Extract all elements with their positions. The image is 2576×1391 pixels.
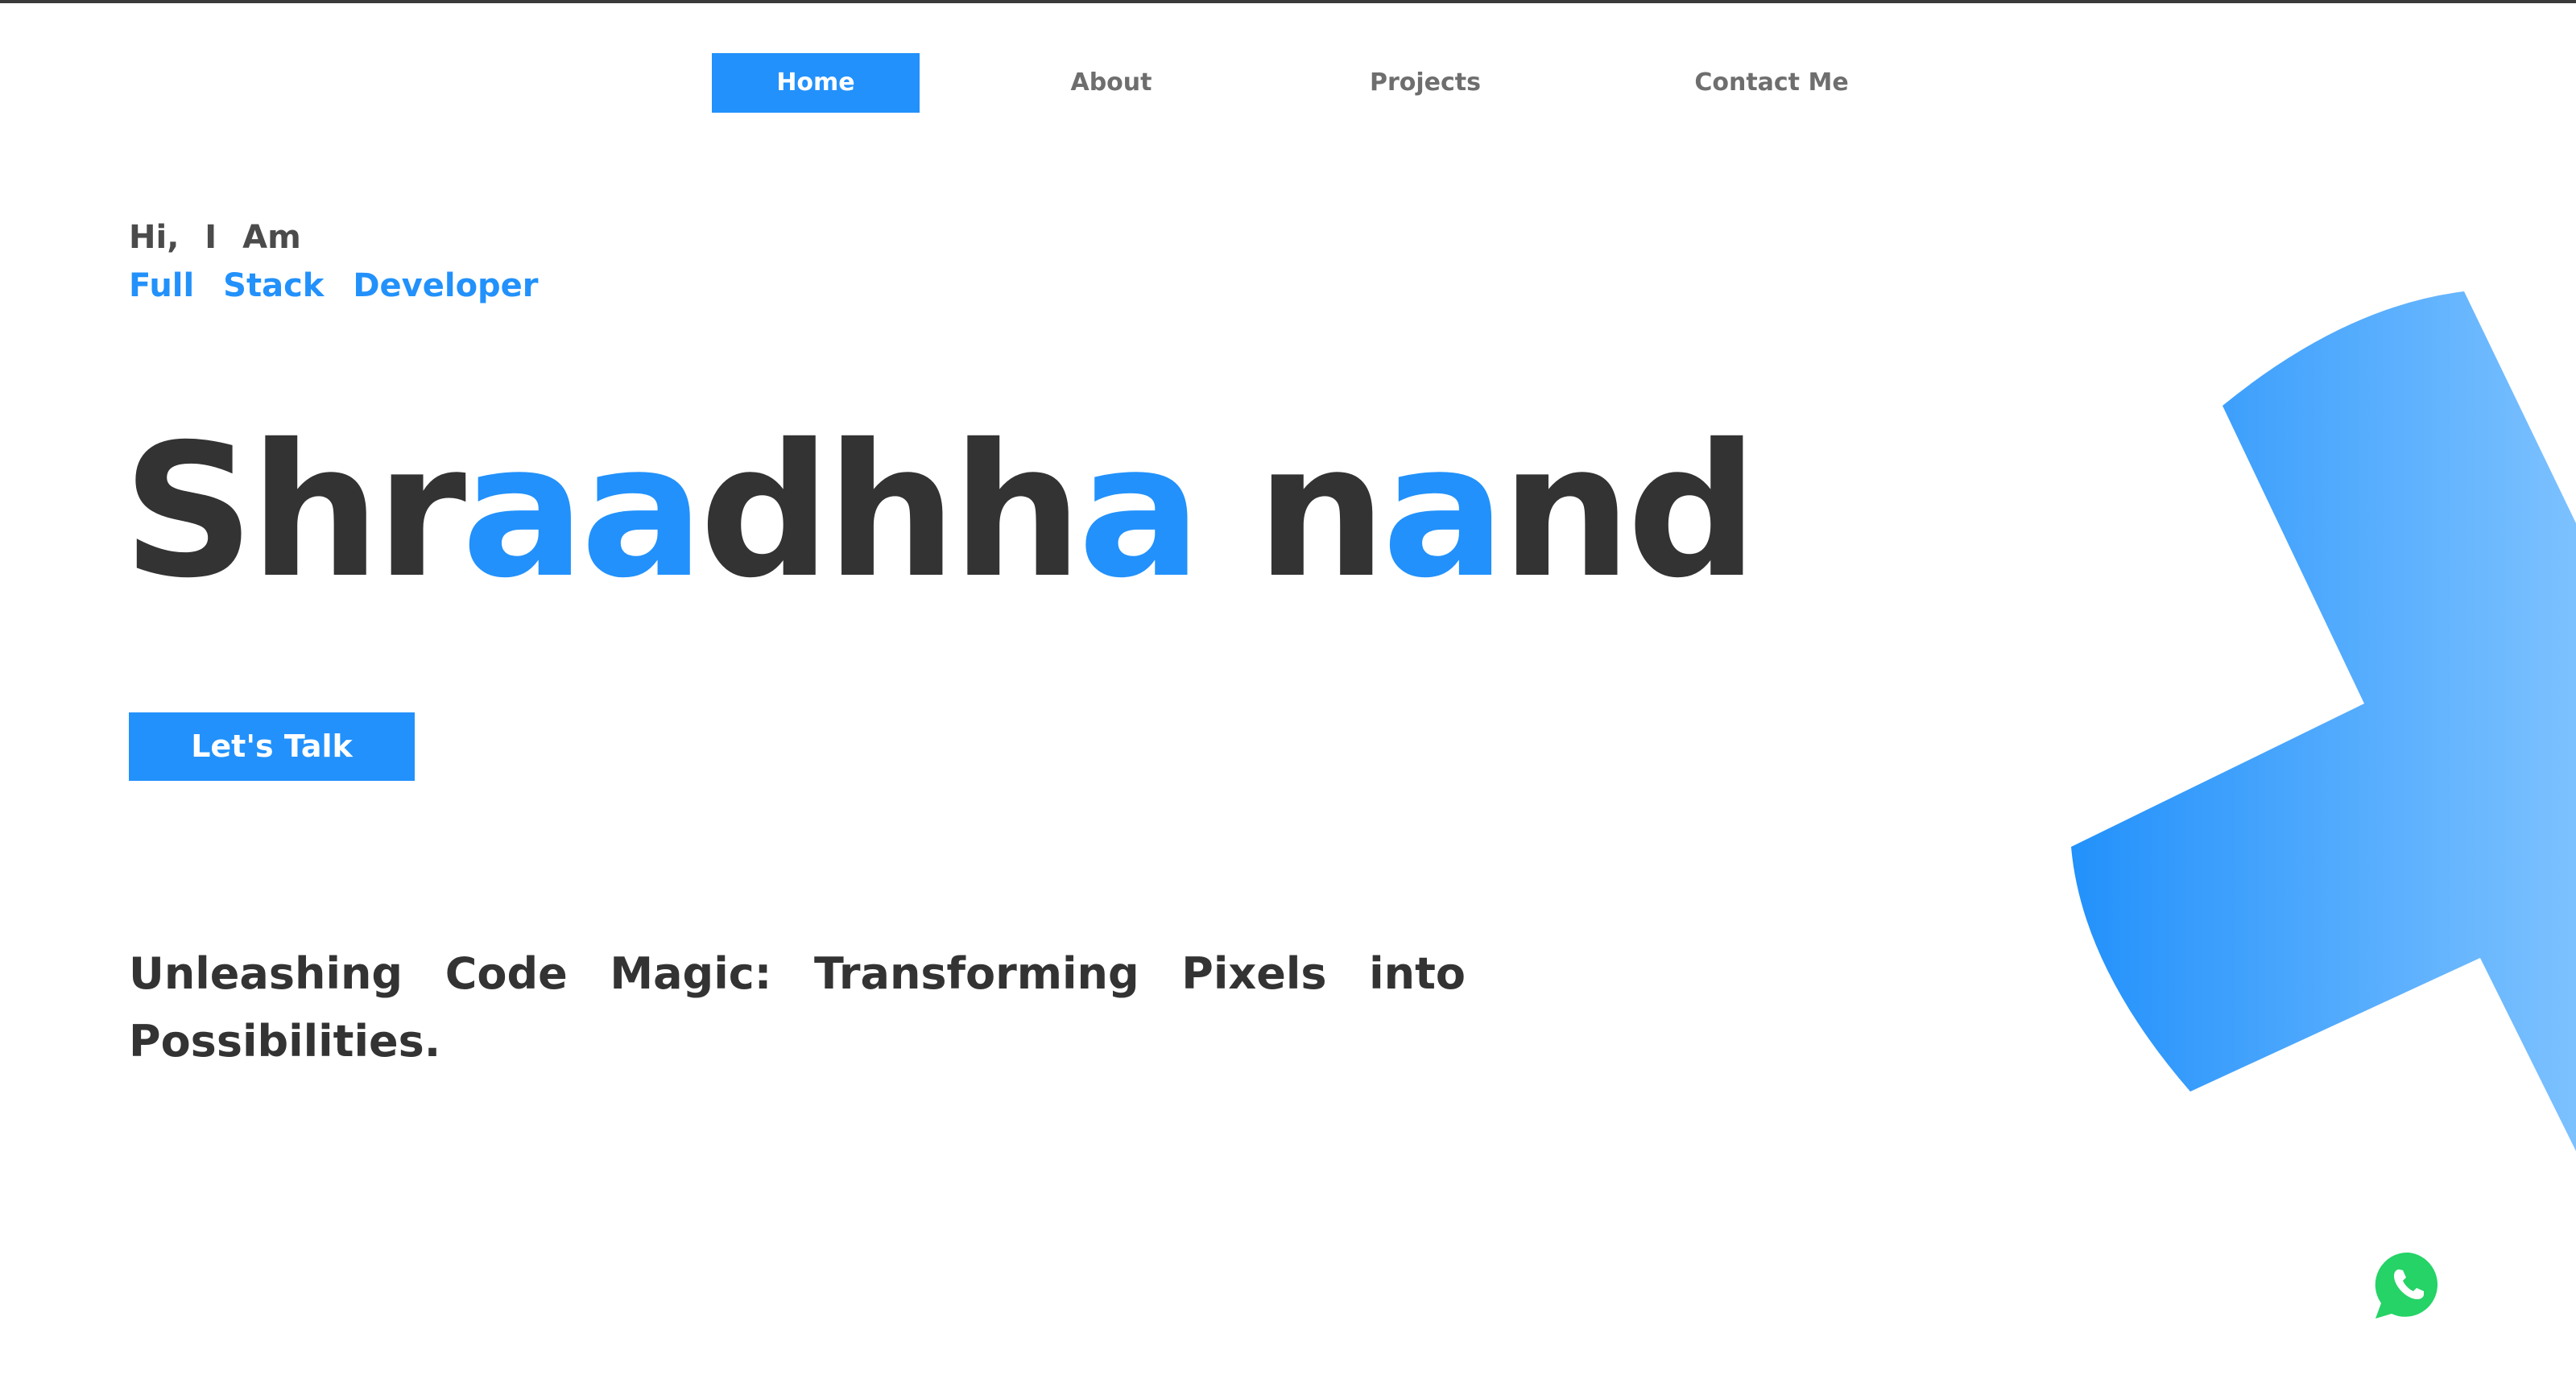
name-part: dhh — [699, 404, 1083, 618]
nav-home[interactable]: Home — [712, 53, 920, 113]
nav-about[interactable]: About — [1007, 53, 1216, 113]
whatsapp-icon[interactable] — [2372, 1249, 2445, 1322]
hero-tagline: Unleashing Code Magic: Transforming Pixe… — [129, 948, 1466, 1067]
hero-role: Full Stack Developer — [129, 267, 539, 304]
name-part: nd — [1500, 404, 1759, 618]
name-part: Shr — [122, 404, 466, 618]
name-part: n — [1255, 404, 1387, 618]
name-highlight: a — [1382, 404, 1506, 618]
nav-projects[interactable]: Projects — [1321, 53, 1530, 113]
main-nav: Home About Projects Contact Me — [0, 53, 2576, 113]
hero-name: Shraadhha nand — [122, 404, 1759, 618]
top-border — [0, 0, 2576, 3]
hero-greeting: Hi, I Am — [129, 219, 301, 256]
name-highlight: a — [1077, 404, 1202, 618]
name-highlight: aa — [461, 404, 705, 618]
lets-talk-button[interactable]: Let's Talk — [129, 712, 415, 781]
nav-contact-me[interactable]: Contact Me — [1667, 53, 1876, 113]
gradient-cross-shape — [2071, 291, 2576, 1151]
